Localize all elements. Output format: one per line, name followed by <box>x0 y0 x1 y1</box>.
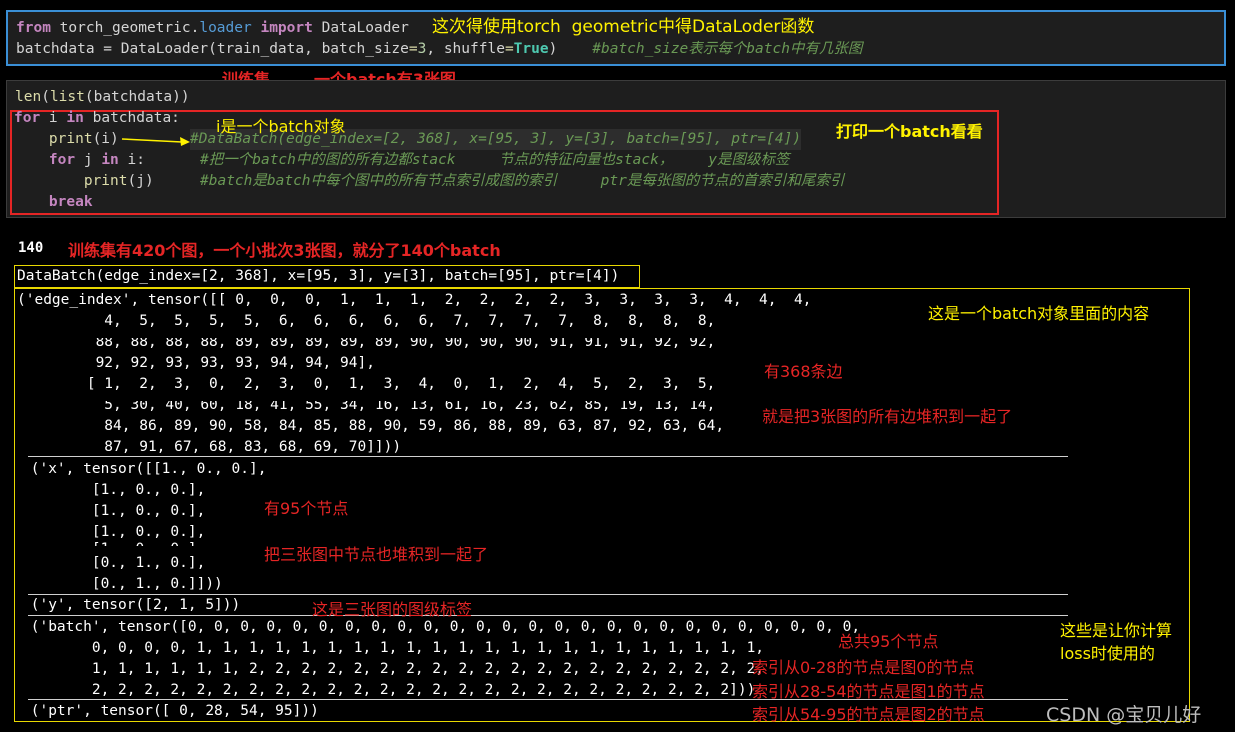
note-idx-1: 索引从28-54的节点是图1的节点 <box>752 682 985 701</box>
code-line-import: from torch_geometric.loader import DataL… <box>16 18 409 39</box>
note-idx-2: 索引从54-95的节点是图2的节点 <box>752 705 985 724</box>
note-y-label: 这是三张图的图级标签 <box>312 600 473 619</box>
operator: = <box>504 41 514 57</box>
iterable: batchdata: <box>83 110 180 126</box>
note-edges-stacked: 就是把3张图的所有边堆积到一起了 <box>762 407 1013 426</box>
keyword-in: in <box>101 152 119 168</box>
note-loss-1: 这些是让你计算 <box>1060 621 1173 640</box>
annotation-print-batch: 打印一个batch看看 <box>836 122 983 141</box>
edge-line: 87, 91, 67, 68, 83, 68, 69, 70]])) <box>17 439 402 455</box>
edge-line: [ 1, 2, 3, 0, 2, 3, 0, 1, 3, 4, 0, 1, 2,… <box>17 376 716 392</box>
args: (batchdata)) <box>84 89 190 105</box>
builtin-print: print <box>83 173 128 189</box>
y-line: ('y', tensor([2, 1, 5])) <box>22 597 241 613</box>
keyword-import: import <box>260 20 313 36</box>
batch-line: 0, 0, 0, 0, 1, 1, 1, 1, 1, 1, 1, 1, 1, 1… <box>22 640 765 656</box>
call-name: DataLoader <box>120 41 209 57</box>
builtin-print: print <box>48 131 93 147</box>
class-name: DataLoader <box>321 20 409 36</box>
comment-stack: #把一个batch中的图的所有边都stack 节点的特征向量也stack， y是… <box>200 152 790 168</box>
x-line: ('x', tensor([[1., 0., 0.], <box>22 461 267 477</box>
builtin-len: len <box>15 89 42 105</box>
args: (j) <box>127 173 154 189</box>
x-line: [1., 0., 0.], <box>22 503 206 519</box>
args: (i) <box>92 131 119 147</box>
keyword-from: from <box>16 20 51 36</box>
code-line-print-i: print(i) <box>14 129 119 150</box>
output-databatch: DataBatch(edge_index=[2, 368], x=[95, 3]… <box>17 268 620 284</box>
iterable: i: <box>118 152 145 168</box>
note-368-edges: 有368条边 <box>764 362 843 381</box>
divider <box>28 456 1068 457</box>
paren: ( <box>41 89 50 105</box>
batch-line: 1, 1, 1, 1, 1, 1, 2, 2, 2, 2, 2, 2, 2, 2… <box>22 661 765 677</box>
edge-line: 84, 86, 89, 90, 58, 84, 85, 88, 90, 59, … <box>17 418 725 434</box>
edge-line: 92, 92, 93, 93, 93, 94, 94, 94], <box>17 355 375 371</box>
keyword-break: break <box>48 194 93 210</box>
keyword-for: for <box>14 110 41 126</box>
divider <box>28 615 1068 616</box>
note-loss-2: loss时使用的 <box>1060 644 1155 663</box>
keyword-for: for <box>48 152 76 168</box>
annotation-i-is-batch: i是一个batch对象 <box>216 117 346 136</box>
loop-var: i <box>40 110 67 126</box>
edge-line: ('edge_index', tensor([[ 0, 0, 0, 1, 1, … <box>17 292 812 308</box>
annotation-dataloader: 这次得使用torch geometric中得DataLoder函数 <box>432 17 815 37</box>
x-line: [1., 0., 0.], <box>22 482 206 498</box>
module-name: torch_geometric <box>59 20 191 36</box>
submodule-name: loader <box>199 20 252 36</box>
args: (train_data, batch_size <box>208 41 409 57</box>
batch-line: ('batch', tensor([0, 0, 0, 0, 0, 0, 0, 0… <box>22 619 861 635</box>
variable: batchdata <box>16 41 95 57</box>
code-line-break: break <box>14 192 93 213</box>
watermark: CSDN @宝贝儿好 <box>1046 704 1202 726</box>
note-batch-content: 这是一个batch对象里面的内容 <box>928 304 1150 323</box>
comment-batch-ptr: #batch是batch中每个图中的所有节点索引成图的索引 ptr是每张图的节点… <box>200 173 845 189</box>
arrow-icon <box>121 137 190 146</box>
note-idx-0: 索引从0-28的节点是图0的节点 <box>752 658 975 677</box>
code-line-for-i: for i in batchdata: <box>14 108 180 129</box>
operator: = <box>408 41 418 57</box>
builtin-list: list <box>49 89 85 105</box>
code-line-for-j: for j in i: <box>14 150 145 171</box>
keyword-in: in <box>66 110 84 126</box>
note-nodes-stacked: 把三张图中节点也堆积到一起了 <box>264 545 489 564</box>
args: ) <box>548 41 558 57</box>
code-comment: #batch_size表示每个batch中有几张图 <box>592 41 863 57</box>
code-line-len: len(list(batchdata)) <box>15 87 190 108</box>
operator: = <box>94 41 121 57</box>
batch-line: 2, 2, 2, 2, 2, 2, 2, 2, 2, 2, 2, 2, 2, 2… <box>22 682 756 698</box>
note-95-nodes: 有95个节点 <box>264 499 349 518</box>
x-line: [0., 1., 0.]])) <box>22 576 223 592</box>
args: , shuffle <box>426 41 505 57</box>
bool-true: True <box>513 41 549 57</box>
x-line: [0., 1., 0.], <box>22 555 206 571</box>
code-line-print-j: print(j) <box>14 171 154 192</box>
loop-var: j <box>75 152 102 168</box>
note-count: 训练集有420个图，一个小批次3张图，就分了140个batch <box>68 241 501 260</box>
output-count: 140 <box>18 240 44 256</box>
note-total-nodes: 总共95个节点 <box>838 632 939 651</box>
code-line-dataloader: batchdata = DataLoader(train_data, batch… <box>16 39 862 60</box>
edge-line: 4, 5, 5, 5, 5, 6, 6, 6, 6, 6, 7, 7, 7, 7… <box>17 313 716 329</box>
ptr-line: ('ptr', tensor([ 0, 28, 54, 95])) <box>22 703 319 719</box>
